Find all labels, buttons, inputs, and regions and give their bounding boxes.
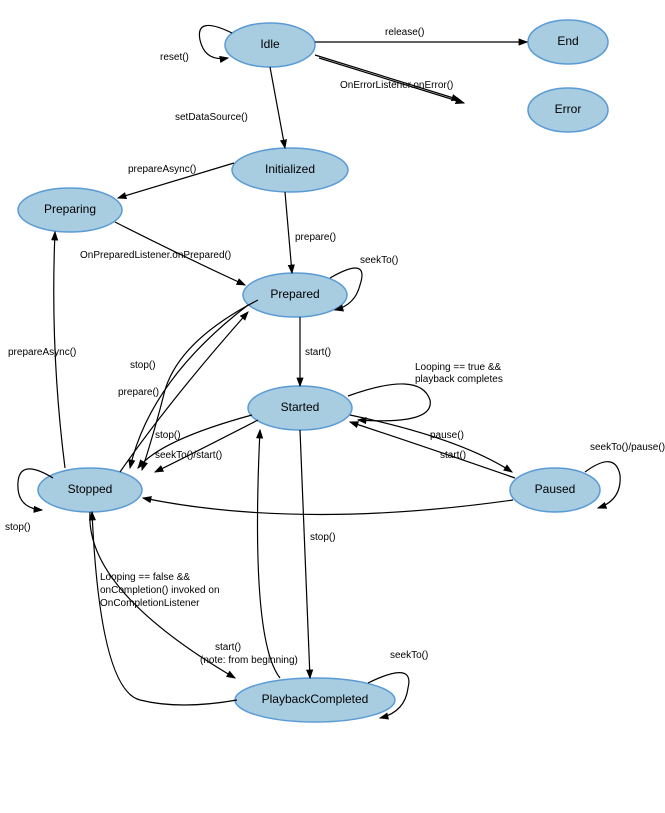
- label-release: release(): [385, 27, 424, 38]
- label-prepareasync-init: prepareAsync(): [128, 164, 196, 175]
- label-onprepared: OnPreparedListener.onPrepared(): [80, 250, 231, 261]
- label-setdatasource: setDataSource(): [175, 112, 248, 123]
- state-end-label: End: [557, 34, 578, 48]
- label-start-prepared: start(): [305, 347, 331, 358]
- label-looping-true: Looping == true &&: [415, 362, 502, 373]
- label-stop-paused: stop(): [310, 532, 336, 543]
- state-prepared-label: Prepared: [270, 287, 319, 301]
- label-seekto-prepared: seekTo(): [360, 255, 398, 266]
- state-stopped-label: Stopped: [68, 482, 113, 496]
- label-seekto-start: seekTo()/start(): [155, 450, 222, 461]
- label-stop-prepared: stop(): [130, 360, 156, 371]
- label-looping-false-3: OnCompletionListener: [100, 598, 200, 609]
- label-start-playback-2: (note: from beginning): [200, 655, 298, 666]
- state-diagram: Idle End Error Initialized Preparing Pre…: [0, 0, 665, 813]
- label-reset: reset(): [160, 52, 189, 63]
- label-start-paused: start(): [440, 450, 466, 461]
- label-start-playback-1: start(): [215, 642, 241, 653]
- state-paused-label: Paused: [535, 482, 576, 496]
- label-prepare-init: prepare(): [295, 232, 336, 243]
- state-playbackcompleted-label: PlaybackCompleted: [262, 692, 369, 706]
- state-started-label: Started: [281, 400, 320, 414]
- state-idle-label: Idle: [260, 37, 280, 51]
- label-playback-completes: playback completes: [415, 374, 503, 385]
- label-pause: pause(): [430, 430, 464, 441]
- label-seekto-playback: seekTo(): [390, 650, 428, 661]
- label-looping-false-1: Looping == false &&: [100, 572, 190, 583]
- state-preparing-label: Preparing: [44, 202, 96, 216]
- label-looping-false-2: onCompletion() invoked on: [100, 585, 220, 596]
- label-prepare-stopped: prepare(): [118, 387, 159, 398]
- state-initialized-label: Initialized: [265, 162, 315, 176]
- state-error-label: Error: [555, 102, 582, 116]
- label-stop-stopped: stop(): [5, 522, 31, 533]
- label-onerror: OnErrorListener.onError(): [340, 80, 453, 91]
- label-prepareasync-stopped: prepareAsync(): [8, 347, 76, 358]
- label-seekto-pause: seekTo()/pause(): [590, 442, 665, 453]
- label-stop-started: stop(): [155, 430, 181, 441]
